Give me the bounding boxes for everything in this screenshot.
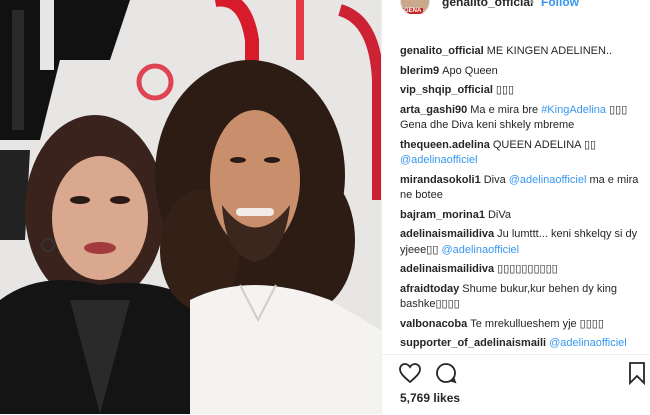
mention-link[interactable]: #KingAdelina: [541, 104, 606, 116]
post-username[interactable]: genalito_official: [442, 0, 533, 9]
comment-text: ▯▯▯: [495, 84, 515, 96]
post-side-panel: GENA genalito_official • Follow genalito…: [381, 0, 650, 414]
comment-icon[interactable]: [434, 361, 458, 385]
mention-link[interactable]: @adelinaofficiel: [441, 244, 519, 256]
avatar[interactable]: GENA: [400, 0, 430, 14]
comment-text: Te mrekullueshem yje ▯▯▯▯: [470, 317, 604, 330]
comment-item: genalito_official ME KINGEN ADELINEN..: [400, 44, 640, 60]
comment-text: ME KINGEN ADELINEN..: [486, 45, 613, 57]
actions-bar: 5,769 likes: [382, 354, 650, 415]
follow-button[interactable]: Follow: [541, 0, 579, 9]
heart-icon[interactable]: [398, 361, 422, 385]
comment-item: mirandasokoli1 Diva @adelinaofficiel ma e…: [400, 173, 640, 204]
avatar-tag: GENA: [402, 8, 424, 14]
comments-list: genalito_official ME KINGEN ADELINEN.. ble…: [400, 44, 640, 354]
comment-text: Diva: [483, 173, 509, 186]
mention-link[interactable]: @adelinaofficiel: [509, 174, 587, 186]
comment-item: arta_gashi90 Ma e mira bre #KingAdelina ▯…: [400, 103, 640, 134]
comment-item: blerim9 Apo Queen: [400, 64, 640, 80]
separator-dot: •: [530, 0, 535, 9]
comment-username[interactable]: mirandasokoli1: [400, 174, 481, 186]
comment-item: bajram_morina1 DiVa: [400, 208, 640, 224]
comment-username[interactable]: vip_shqip_official: [400, 84, 493, 96]
comment-username[interactable]: bajram_morina1: [400, 209, 485, 221]
comment-text: DiVa: [487, 208, 512, 221]
comment-text: QUEEN ADELINA ▯▯: [492, 138, 597, 151]
comment-username[interactable]: arta_gashi90: [400, 104, 467, 116]
comment-item: afraidtoday Shume bukur,kur behen dy king…: [400, 282, 640, 313]
post-photo[interactable]: [0, 0, 381, 414]
comment-username[interactable]: adelinaismailidiva: [400, 228, 494, 240]
comment-username[interactable]: genalito_official: [400, 45, 484, 57]
comment-username[interactable]: valbonacoba: [400, 318, 467, 330]
bookmark-icon[interactable]: [625, 361, 649, 385]
comment-text: Ma e mira bre: [470, 103, 542, 116]
comment-item: valbonacoba Te mrekullueshem yje ▯▯▯▯: [400, 317, 640, 333]
comment-username[interactable]: thequeen.adelina: [400, 139, 490, 151]
comment-username[interactable]: blerim9: [400, 65, 439, 77]
comment-item: adelinaismailidiva Ju lumttt... keni shke…: [400, 227, 640, 258]
comment-item: vip_shqip_official ▯▯▯: [400, 83, 640, 99]
comment-username[interactable]: supporter_of_adelinaismaili: [400, 337, 546, 349]
comment-username[interactable]: afraidtoday: [400, 283, 459, 295]
comment-item: thequeen.adelina QUEEN ADELINA ▯▯ @adelin…: [400, 138, 640, 169]
comment-text: Apo Queen: [442, 64, 498, 77]
comment-item: adelinaismailidiva ▯▯▯▯▯▯▯▯▯▯: [400, 262, 640, 278]
post-image: [0, 0, 381, 414]
mention-link[interactable]: @adelinaofficiel: [400, 154, 478, 166]
mention-link[interactable]: @adelinaofficiel: [549, 337, 627, 349]
post-header: GENA genalito_official • Follow: [382, 0, 650, 14]
comment-username[interactable]: adelinaismailidiva: [400, 263, 494, 275]
likes-count[interactable]: 5,769 likes: [400, 391, 460, 405]
comment-text: ▯▯▯▯▯▯▯▯▯▯: [497, 263, 558, 275]
comment-item: supporter_of_adelinaismaili @adelinaoffic…: [400, 336, 640, 352]
